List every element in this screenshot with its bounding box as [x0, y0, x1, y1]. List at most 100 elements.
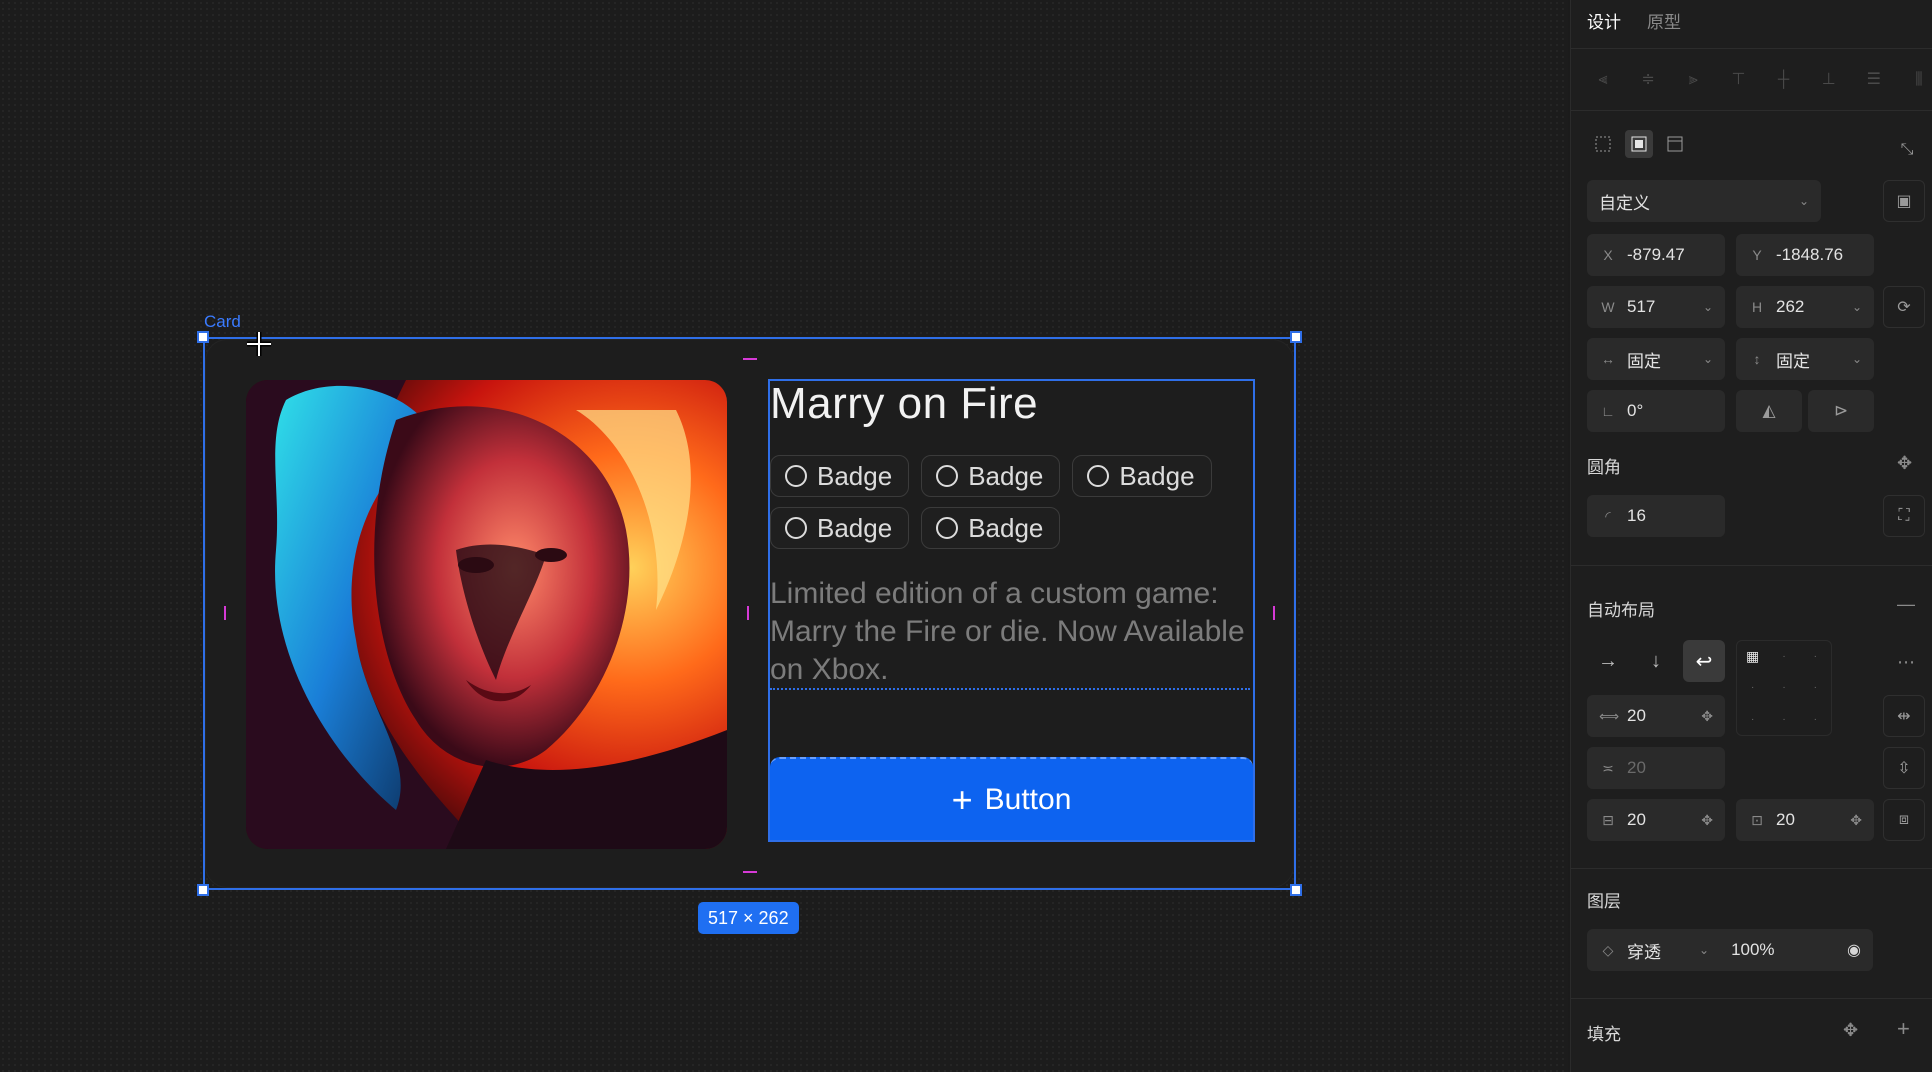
align-center-h-icon[interactable]: ≑	[1636, 68, 1660, 92]
alignment-toolbar: ⫷ ≑ ⫸ ⊤ ┼ ⊥ ☰ ⫼	[1591, 68, 1931, 92]
align-left-icon[interactable]: ⫷	[1591, 68, 1615, 92]
filled-frame-icon[interactable]	[1625, 130, 1653, 158]
badge[interactable]: Badge	[1072, 455, 1212, 497]
game-artwork-image[interactable]	[246, 380, 727, 849]
distribute-v-icon[interactable]: ☰	[1862, 68, 1886, 92]
flip-vertical-button[interactable]: ⊳	[1808, 390, 1874, 432]
badge[interactable]: Badge	[770, 507, 910, 549]
space-between-icon[interactable]: ⇹	[1883, 695, 1925, 737]
x-position-field[interactable]: X -879.47	[1587, 234, 1725, 276]
properties-panel: 设计 原型 ⫷ ≑ ⫸ ⊤ ┼ ⊥ ☰ ⫼ ⤡ 自定义 ⌄ ▣ X -879.4…	[1570, 0, 1932, 1072]
divider	[1571, 48, 1932, 49]
resize-handle-bottom-right[interactable]	[1290, 884, 1302, 896]
align-dot[interactable]: ·	[1768, 704, 1799, 735]
plus-icon: +	[951, 778, 973, 820]
remove-auto-layout-icon[interactable]: —	[1897, 594, 1915, 615]
variable-icon[interactable]: ✥	[1843, 1020, 1858, 1041]
distribute-h-icon[interactable]: ⫼	[1907, 68, 1931, 92]
card-primary-button[interactable]: + Button	[770, 757, 1253, 840]
align-dot[interactable]: ·	[1800, 672, 1831, 703]
height-sizing-select[interactable]: ↕ 固定 ⌄	[1736, 338, 1874, 380]
card-title[interactable]: Marry on Fire	[770, 379, 1038, 429]
y-position-field[interactable]: Y -1848.76	[1736, 234, 1874, 276]
gap-icon: ⟺	[1599, 707, 1620, 724]
resize-handle-bottom-left[interactable]	[197, 884, 209, 896]
tab-design[interactable]: 设计	[1587, 8, 1621, 33]
horizontal-padding-value: 20	[1776, 810, 1795, 829]
align-dot[interactable]: ·	[1768, 672, 1799, 703]
variable-icon: ✥	[1701, 811, 1713, 828]
badge[interactable]: Badge	[921, 455, 1061, 497]
align-top-left-icon[interactable]: ▦	[1737, 641, 1768, 672]
opacity-value[interactable]: 100%	[1731, 940, 1774, 960]
align-center-v-icon[interactable]: ┼	[1772, 68, 1796, 92]
rotation-field[interactable]: ∟ 0°	[1587, 390, 1725, 432]
badge[interactable]: Badge	[770, 455, 910, 497]
dimensions-tag: 517 × 262	[698, 902, 799, 934]
auto-layout-title: 自动布局	[1587, 601, 1655, 620]
design-canvas[interactable]: Card Marry on Fire Badge Badge Badge Bad…	[0, 0, 1568, 1072]
width-sizing-select[interactable]: ↔ 固定 ⌄	[1587, 338, 1725, 380]
align-dot[interactable]: ·	[1737, 704, 1768, 735]
individual-padding-icon[interactable]: ⧈	[1883, 799, 1925, 841]
add-fill-icon[interactable]: +	[1897, 1016, 1910, 1042]
spacing-guide-left	[224, 606, 226, 620]
chevron-down-icon: ⌄	[1851, 352, 1862, 366]
row-gap-value: 20	[1627, 758, 1646, 777]
circle-icon	[936, 465, 959, 487]
resize-handle-top-right[interactable]	[1290, 331, 1302, 343]
arrow-right-icon[interactable]: →	[1587, 640, 1629, 682]
blend-mode-value[interactable]: 穿透	[1627, 938, 1661, 963]
flip-horizontal-icon: ◭	[1762, 401, 1776, 420]
vertical-padding-field[interactable]: ⊟ 20 ✥	[1587, 799, 1725, 841]
frame-name-label[interactable]: Card	[204, 312, 241, 332]
blend-drop-icon: ◇	[1602, 941, 1614, 958]
width-value: 517	[1627, 297, 1656, 316]
section-frame-icon[interactable]	[1661, 130, 1689, 158]
wrap-icon[interactable]: ↩	[1683, 640, 1725, 682]
vertical-padding-icon: ⊟	[1602, 811, 1614, 828]
item-gap-field[interactable]: ⟺ 20 ✥	[1587, 695, 1725, 737]
row-space-between-icon[interactable]: ⇳	[1883, 747, 1925, 789]
align-right-icon[interactable]: ⫸	[1681, 68, 1705, 92]
variable-icon[interactable]: ✥	[1897, 453, 1912, 474]
align-dot[interactable]: ·	[1768, 641, 1799, 672]
frame-preset-select[interactable]: 自定义 ⌄	[1587, 180, 1821, 222]
layer-blend-field[interactable]: ◇ 穿透 ⌄ 100% ◉	[1587, 929, 1873, 971]
tab-prototype[interactable]: 原型	[1647, 8, 1681, 33]
fit-frame-icon[interactable]: ▣	[1883, 180, 1925, 222]
resize-handle-top-left[interactable]	[197, 331, 209, 343]
chevron-down-icon: ⌄	[1702, 300, 1713, 314]
width-field[interactable]: W 517 ⌄	[1587, 286, 1725, 328]
badge-label: Badge	[817, 512, 893, 543]
arrow-down-icon[interactable]: ↓	[1635, 640, 1677, 682]
badge[interactable]: Badge	[921, 507, 1061, 549]
align-bottom-icon[interactable]: ⊥	[1817, 68, 1841, 92]
eye-icon[interactable]: ◉	[1847, 940, 1861, 960]
chevron-down-icon: ⌄	[1699, 943, 1710, 957]
flip-horizontal-button[interactable]: ◭	[1736, 390, 1802, 432]
height-field[interactable]: H 262 ⌄	[1736, 286, 1874, 328]
spacing-guide-top	[743, 358, 757, 360]
row-gap-field[interactable]: ≍ 20	[1587, 747, 1725, 789]
align-dot[interactable]: ·	[1800, 704, 1831, 735]
variable-icon: ✥	[1701, 707, 1713, 724]
horizontal-padding-field[interactable]: ⊡ 20 ✥	[1736, 799, 1874, 841]
move-cursor-icon	[247, 332, 271, 356]
constrain-proportions-icon[interactable]: ⟳	[1883, 286, 1925, 328]
alignment-grid[interactable]: ▦ · · · · · · · ·	[1736, 640, 1832, 736]
y-value: -1848.76	[1776, 245, 1844, 264]
more-options-icon[interactable]: ⋯	[1897, 652, 1915, 673]
independent-corners-icon[interactable]: ⛶	[1883, 495, 1925, 537]
layout-direction-toggle: → ↓ ↩	[1587, 640, 1725, 682]
app-window: Card Marry on Fire Badge Badge Badge Bad…	[0, 0, 1932, 1072]
corner-radius-field[interactable]: ◜ 16	[1587, 495, 1725, 537]
align-dot[interactable]: ·	[1800, 641, 1831, 672]
preset-value: 自定义	[1599, 193, 1650, 213]
collapse-icon[interactable]: ⤡	[1893, 136, 1921, 164]
align-top-icon[interactable]: ⊤	[1726, 68, 1750, 92]
dashed-frame-icon[interactable]	[1589, 130, 1617, 158]
card-description[interactable]: Limited edition of a custom game: Marry …	[770, 575, 1250, 689]
align-dot[interactable]: ·	[1737, 672, 1768, 703]
divider	[1571, 565, 1932, 566]
